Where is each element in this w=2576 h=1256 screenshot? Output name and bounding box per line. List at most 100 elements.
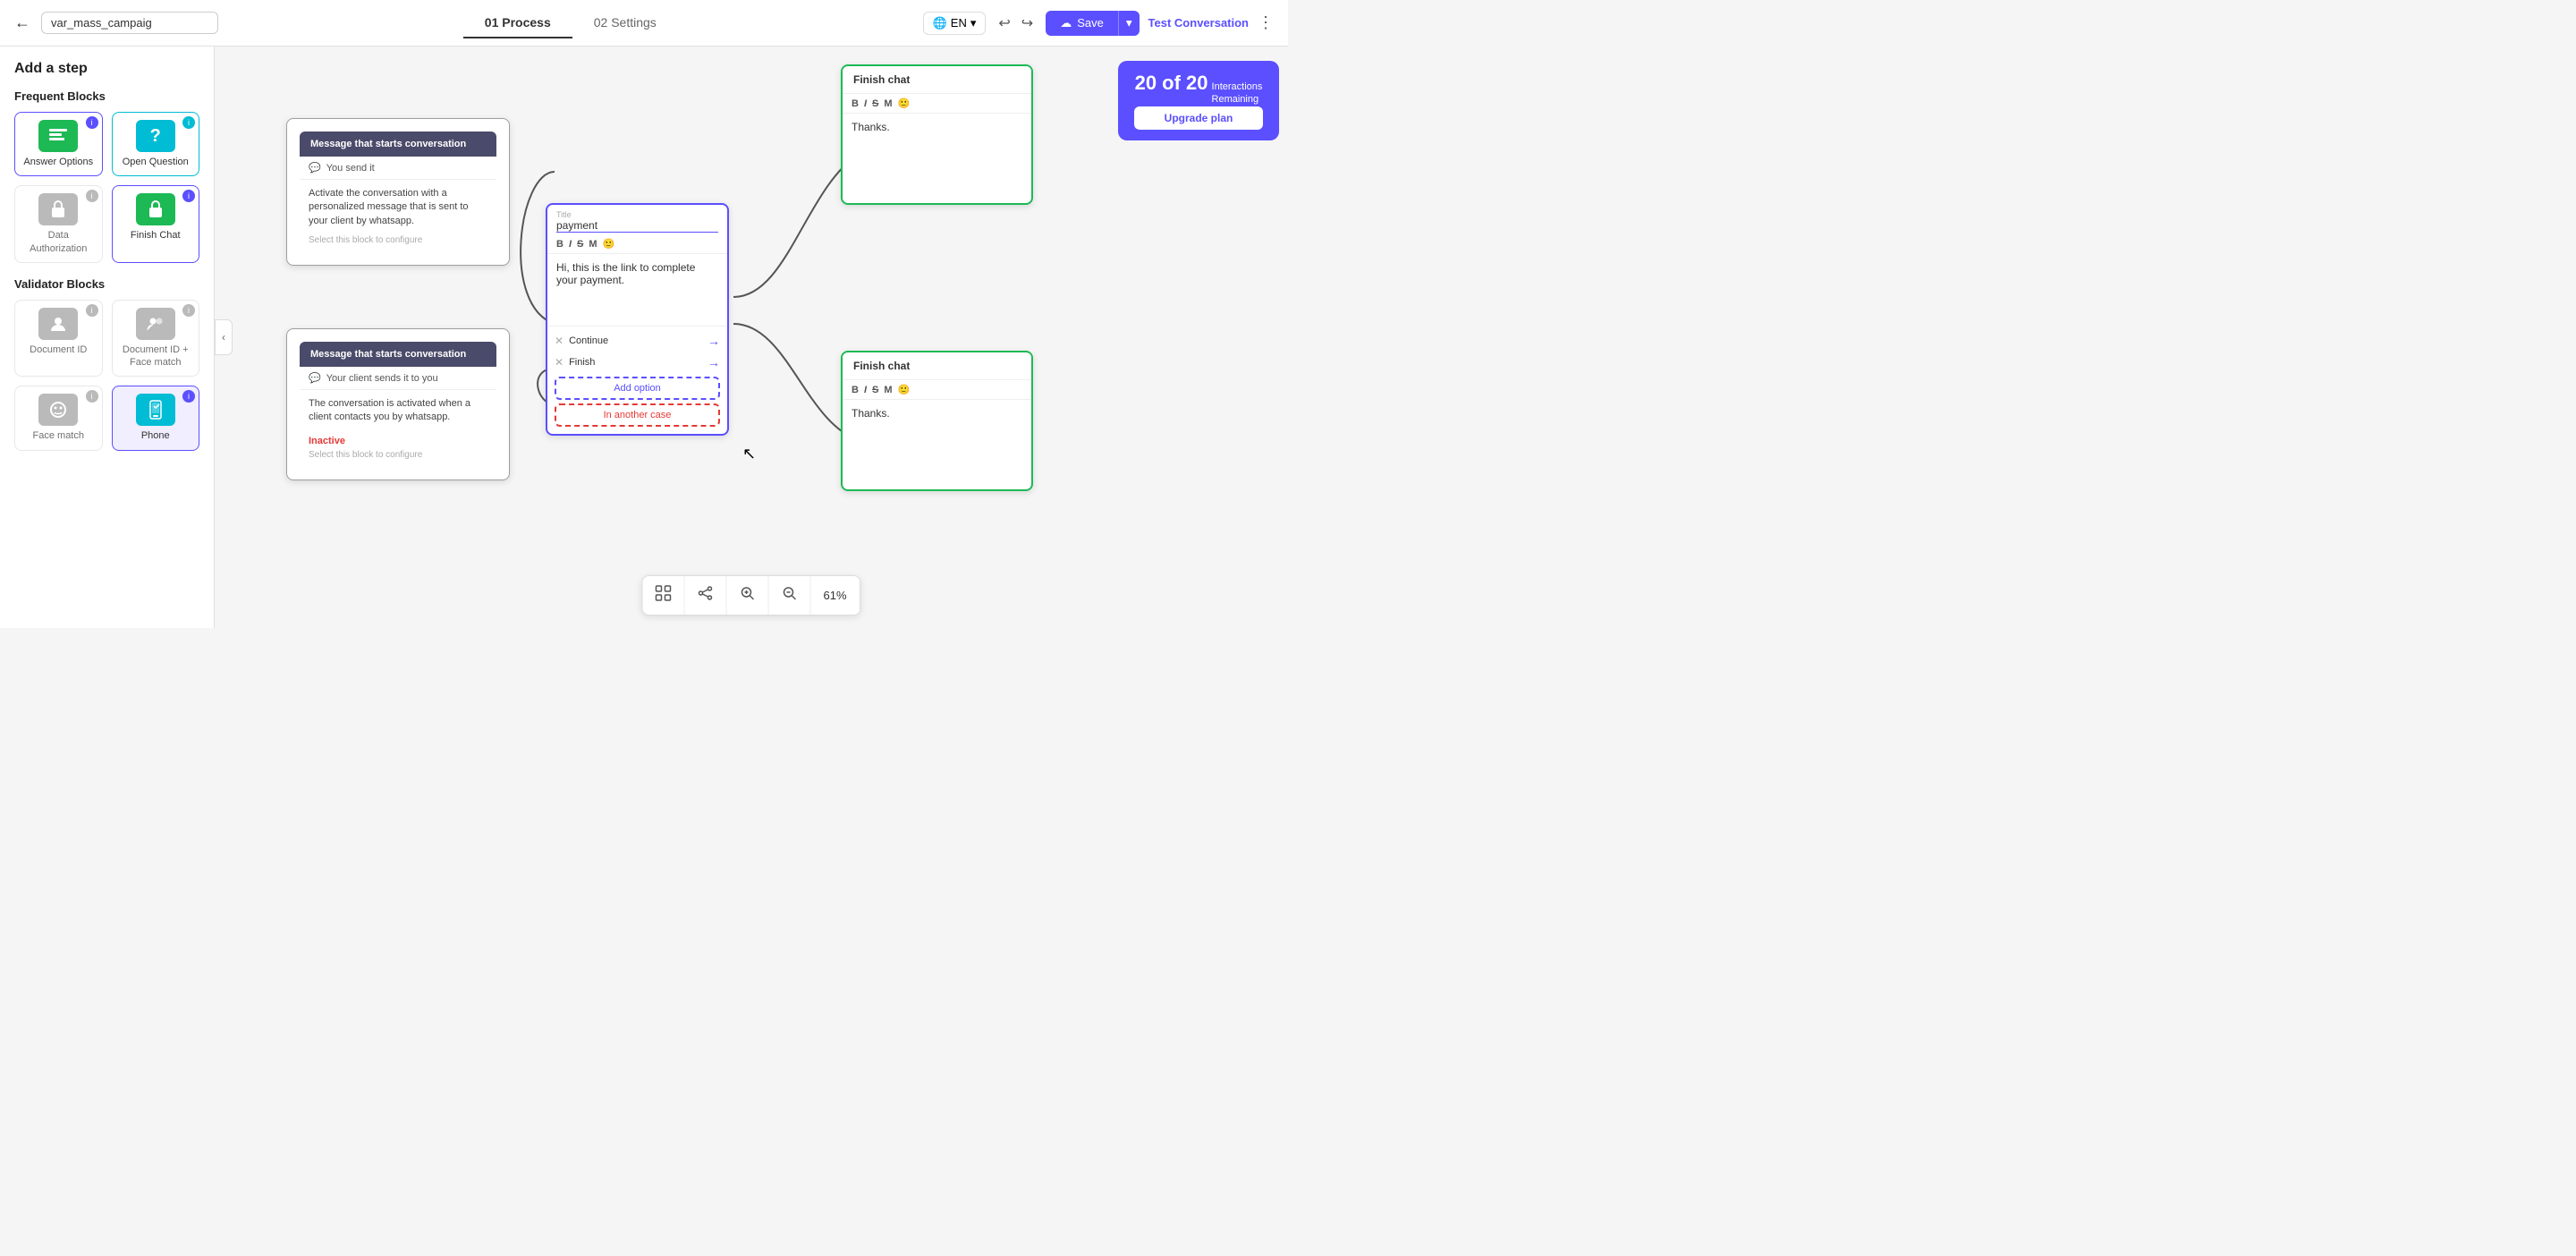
face-match-icon [38, 394, 78, 426]
project-name-input[interactable] [41, 12, 218, 34]
sidebar-collapse-button[interactable]: ‹ [215, 319, 233, 355]
open-question-label: Open Question [123, 156, 189, 168]
start2-inactive: Inactive [300, 432, 496, 450]
chevron-down-icon: ▾ [970, 16, 977, 30]
option-finish-remove[interactable]: ✕ [555, 356, 564, 369]
emoji-btn-f2[interactable]: 🙂 [898, 384, 911, 395]
add-option-button[interactable]: Add option [555, 377, 720, 400]
block-phone[interactable]: i Phone [112, 386, 200, 450]
zoom-in-button[interactable] [726, 576, 768, 615]
another-case-button[interactable]: In another case [555, 403, 720, 427]
start1-header: Message that starts conversation [300, 132, 496, 157]
finish1-content[interactable]: Thanks. [843, 114, 1031, 203]
validator-blocks-grid: i Document ID i [14, 300, 199, 451]
start1-configure: Select this block to configure [300, 235, 496, 252]
emoji-button[interactable]: 🙂 [603, 238, 615, 250]
interactions-label: Interactions Remaining [1212, 81, 1263, 106]
finish1-toolbar: B I S M 🙂 [843, 94, 1031, 114]
block-document-id[interactable]: i Document ID [14, 300, 103, 378]
payment-title-label: Title [556, 210, 718, 219]
start-node-1[interactable]: Message that starts conversation 💬 You s… [286, 118, 510, 266]
document-id-face-label: Document ID + Face match [120, 344, 192, 369]
option-finish[interactable]: ✕ Finish → [547, 352, 727, 373]
monospace-button[interactable]: M [589, 239, 597, 250]
emoji-btn-f1[interactable]: 🙂 [898, 98, 911, 109]
strike-btn-f1[interactable]: S [872, 98, 878, 109]
payment-editor-toolbar: B I S M 🙂 [547, 234, 727, 254]
upgrade-plan-button[interactable]: Upgrade plan [1134, 106, 1263, 130]
finish1-header: Finish chat [843, 66, 1031, 94]
interactions-count: 20 of 20 [1135, 72, 1208, 95]
tab-settings[interactable]: 02 Settings [572, 8, 678, 38]
info-badge: i [182, 116, 195, 129]
validator-blocks-title: Validator Blocks [14, 277, 199, 291]
strike-btn-f2[interactable]: S [872, 385, 878, 395]
test-conversation-button[interactable]: Test Conversation [1148, 16, 1249, 30]
main-layout: Add a step Frequent Blocks i Answer Opti… [0, 47, 1288, 628]
start1-subheader: 💬 You send it [300, 157, 496, 180]
italic-btn-f2[interactable]: I [864, 385, 867, 395]
header-tabs: 01 Process 02 Settings [229, 8, 912, 38]
undo-button[interactable]: ↩ [995, 11, 1013, 36]
option-continue-arrow: → [708, 334, 720, 348]
phone-label: Phone [141, 429, 170, 442]
option-finish-arrow: → [708, 355, 720, 369]
focus-button[interactable] [642, 576, 684, 615]
share-button[interactable] [684, 576, 726, 615]
document-id-face-icon [136, 308, 175, 340]
open-question-icon: ? [136, 120, 175, 152]
strikethrough-button[interactable]: S [577, 239, 583, 250]
bold-btn-f2[interactable]: B [852, 385, 859, 395]
info-badge: i [86, 390, 98, 403]
info-badge: i [86, 304, 98, 317]
save-group: ☁ Save ▾ [1046, 11, 1139, 36]
mono-btn-f1[interactable]: M [884, 98, 892, 109]
mono-btn-f2[interactable]: M [884, 385, 892, 395]
bold-button[interactable]: B [556, 239, 564, 250]
block-open-question[interactable]: i ? Open Question [112, 112, 200, 176]
save-dropdown-button[interactable]: ▾ [1118, 11, 1140, 36]
interactions-label-line1: Interactions [1212, 81, 1263, 93]
finish2-content[interactable]: Thanks. [843, 400, 1031, 489]
option-continue[interactable]: ✕ Continue → [547, 330, 727, 352]
zoom-out-button[interactable] [768, 576, 810, 615]
data-authorization-icon [38, 193, 78, 225]
finish2-toolbar: B I S M 🙂 [843, 380, 1031, 400]
italic-button[interactable]: I [569, 239, 572, 250]
block-finish-chat[interactable]: i Finish Chat [112, 185, 200, 263]
cursor: ↖ [742, 445, 756, 463]
block-answer-options[interactable]: i Answer Options [14, 112, 103, 176]
zoom-level: 61% [810, 581, 860, 609]
italic-btn-f1[interactable]: I [864, 98, 867, 109]
payment-title-input[interactable] [556, 219, 718, 233]
finish-chat-node-1[interactable]: Finish chat B I S M 🙂 Thanks. [841, 64, 1033, 205]
tab-process[interactable]: 01 Process [463, 8, 572, 38]
payment-content[interactable]: Hi, this is the link to complete your pa… [547, 254, 727, 326]
phone-icon [136, 394, 175, 426]
payment-title-row: Title [547, 205, 727, 234]
whatsapp-icon: 💬 [309, 162, 321, 174]
more-options-button[interactable]: ⋮ [1258, 13, 1274, 32]
canvas-wrapper[interactable]: ‹ Message that starts conversation 💬 You… [215, 47, 1288, 628]
info-badge: i [182, 390, 195, 403]
start-node-2[interactable]: Message that starts conversation 💬 Your … [286, 328, 510, 480]
answer-options-icon [38, 120, 78, 152]
language-selector[interactable]: 🌐 EN ▾ [923, 12, 987, 35]
block-data-authorization[interactable]: i Data Authorization [14, 185, 103, 263]
bold-btn-f1[interactable]: B [852, 98, 859, 109]
header: ← 01 Process 02 Settings 🌐 EN ▾ ↩ ↪ ☁ Sa… [0, 0, 1288, 47]
block-face-match[interactable]: i Face match [14, 386, 103, 450]
save-button[interactable]: ☁ Save [1046, 11, 1118, 36]
option-continue-remove[interactable]: ✕ [555, 335, 564, 347]
back-button[interactable]: ← [14, 13, 30, 32]
start2-body: The conversation is activated when a cli… [300, 390, 496, 432]
payment-node[interactable]: Title B I S M 🙂 Hi, this is the link to … [546, 203, 729, 436]
redo-button[interactable]: ↪ [1018, 11, 1037, 36]
interactions-badge: 20 of 20 Interactions Remaining Upgrade … [1118, 61, 1279, 140]
frequent-blocks-grid: i Answer Options i ? Open Question [14, 112, 199, 263]
save-label: Save [1077, 16, 1104, 30]
block-document-id-face[interactable]: i Document ID + Face match [112, 300, 200, 378]
finish-chat-node-2[interactable]: Finish chat B I S M 🙂 Thanks. [841, 351, 1033, 491]
frequent-blocks-title: Frequent Blocks [14, 89, 199, 103]
start2-subheader: 💬 Your client sends it to you [300, 367, 496, 390]
